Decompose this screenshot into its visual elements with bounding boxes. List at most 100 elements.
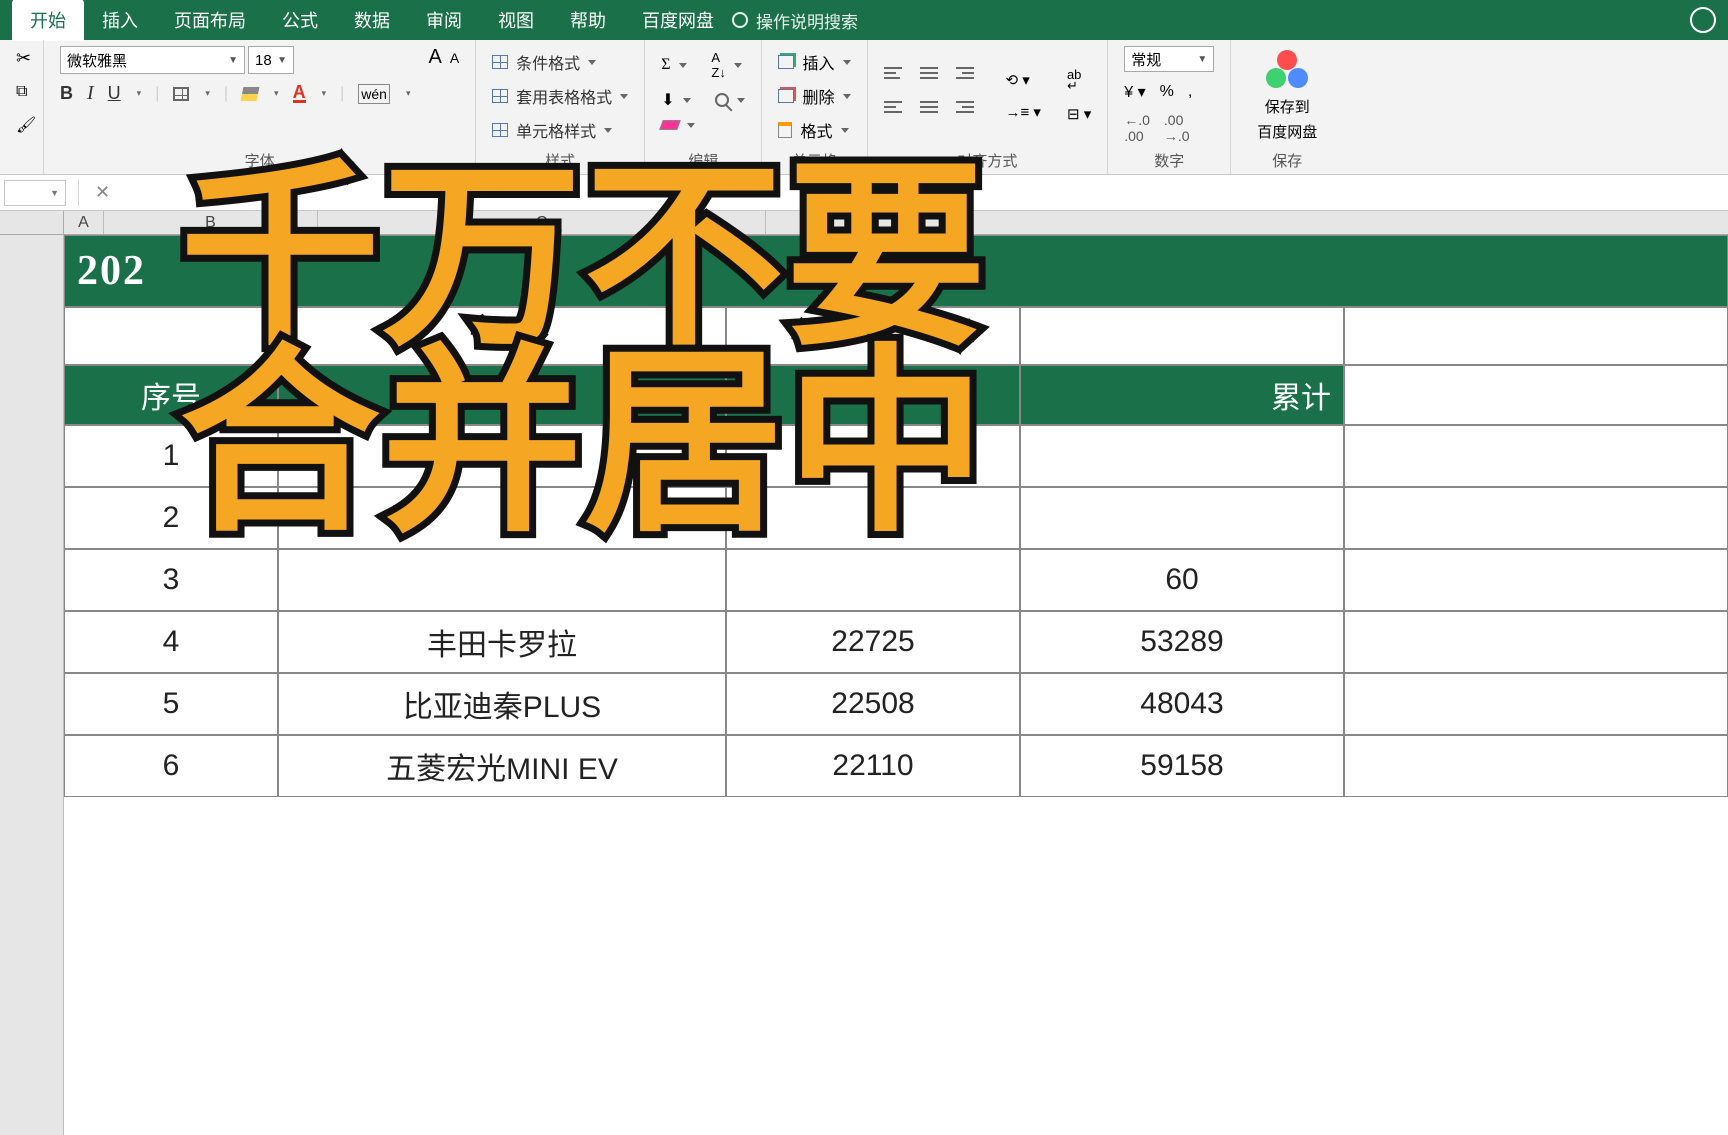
cell-v4[interactable]: 59158 — [1020, 735, 1344, 797]
cancel-formula-button[interactable]: ✕ — [87, 182, 118, 203]
format-painter-icon[interactable]: 🖌 — [16, 115, 36, 135]
cell-model[interactable]: 丰田卡罗拉 — [278, 611, 726, 673]
copy-icon[interactable]: ⧉ — [16, 83, 36, 101]
alignment-buttons[interactable] — [884, 67, 980, 125]
table-header-row[interactable]: 序号 车 累计 — [64, 365, 1728, 425]
tell-me-search[interactable]: 操作说明搜索 — [732, 8, 858, 33]
align-top-right-button[interactable] — [956, 67, 980, 91]
cell-seq[interactable]: 2 — [64, 487, 278, 549]
tab-insert[interactable]: 插入 — [84, 0, 156, 41]
delete-cells-button[interactable]: 删除 — [778, 84, 850, 108]
spreadsheet-grid[interactable]: 202 序号 车 累计 123604丰田卡罗拉22725532895比亚迪秦PL… — [0, 235, 1728, 797]
cell-model[interactable]: 五菱宏光MINI EV — [278, 735, 726, 797]
cell-model[interactable] — [278, 425, 726, 487]
cell-v3[interactable]: 22725 — [726, 611, 1020, 673]
cell-seq[interactable]: 6 — [64, 735, 278, 797]
cell-v4[interactable]: 48043 — [1020, 673, 1344, 735]
sort-filter-button[interactable]: AZ↓ — [711, 50, 725, 80]
font-size-select[interactable]: 18 ▼ — [248, 46, 294, 74]
cell-style-button[interactable]: 单元格样式 — [492, 118, 628, 142]
column-header-a[interactable]: A — [64, 211, 104, 234]
table-row[interactable]: 2 — [64, 487, 1728, 549]
sheet-title-row[interactable]: 202 — [64, 235, 1728, 307]
cell-empty[interactable] — [1344, 735, 1728, 797]
cell-v3[interactable]: 22508 — [726, 673, 1020, 735]
increase-font-button[interactable]: A — [428, 46, 441, 69]
cell-seq[interactable]: 5 — [64, 673, 278, 735]
increase-decimal-button[interactable]: ←.0.00 — [1124, 112, 1150, 144]
cell-v3[interactable] — [726, 549, 1020, 611]
tab-review[interactable]: 审阅 — [408, 0, 480, 41]
cell-empty[interactable] — [1344, 673, 1728, 735]
cell-v3[interactable] — [726, 487, 1020, 549]
comma-button[interactable]: , — [1188, 83, 1192, 101]
column-header-c[interactable]: C — [318, 211, 766, 234]
table-row[interactable]: 5比亚迪秦PLUS2250848043 — [64, 673, 1728, 735]
font-color-button[interactable]: A — [293, 84, 306, 103]
cell-model[interactable] — [278, 549, 726, 611]
find-button[interactable] — [715, 93, 729, 107]
cell-seq[interactable]: 3 — [64, 549, 278, 611]
cell-v4[interactable]: 53289 — [1020, 611, 1344, 673]
fill-color-button[interactable] — [241, 87, 260, 101]
font-name-select[interactable]: 微软雅黑 ▼ — [60, 46, 245, 74]
tab-layout[interactable]: 页面布局 — [156, 0, 264, 41]
cell-empty[interactable] — [1344, 487, 1728, 549]
tab-home[interactable]: 开始 — [12, 0, 84, 41]
account-icon[interactable] — [1690, 7, 1716, 33]
tab-view[interactable]: 视图 — [480, 0, 552, 41]
column-header-b[interactable]: B — [104, 211, 318, 234]
align-top-center-button[interactable] — [920, 67, 944, 91]
cell-v3[interactable]: 22110 — [726, 735, 1020, 797]
number-format-select[interactable]: 常规▼ — [1124, 46, 1214, 72]
insert-cells-button[interactable]: 插入 — [778, 50, 850, 74]
orientation-button[interactable]: ⟲ ▾ — [1006, 71, 1041, 89]
table-row[interactable]: 4丰田卡罗拉2272553289 — [64, 611, 1728, 673]
cell-v4[interactable] — [1020, 487, 1344, 549]
format-cells-button[interactable]: 格式 — [778, 118, 850, 142]
select-all-corner[interactable] — [0, 211, 64, 234]
align-bottom-center-button[interactable] — [920, 101, 944, 125]
align-top-left-button[interactable] — [884, 67, 908, 91]
table-row[interactable]: 1 — [64, 425, 1728, 487]
cell-seq[interactable]: 4 — [64, 611, 278, 673]
cell-empty[interactable] — [1344, 549, 1728, 611]
autosum-button[interactable]: Σ — [661, 56, 670, 74]
cell-empty[interactable] — [1344, 425, 1728, 487]
cell-empty[interactable] — [1344, 611, 1728, 673]
indent-button[interactable]: →≡ ▾ — [1006, 103, 1041, 121]
wrap-text-button[interactable]: ab↵ — [1067, 69, 1091, 91]
tab-baidu[interactable]: 百度网盘 — [624, 0, 732, 41]
table-row[interactable]: 3 60 — [64, 549, 1728, 611]
conditional-format-button[interactable]: 条件格式 — [492, 50, 628, 74]
cut-icon[interactable]: ✂ — [16, 48, 36, 69]
italic-button[interactable]: I — [87, 82, 94, 105]
cell-v3[interactable] — [726, 425, 1020, 487]
cell-v4[interactable]: 60 — [1020, 549, 1344, 611]
cell-model[interactable]: 比亚迪秦PLUS — [278, 673, 726, 735]
cell-model[interactable] — [278, 487, 726, 549]
phonetic-button[interactable]: wén — [358, 84, 390, 104]
borders-button[interactable] — [173, 87, 189, 101]
clear-button[interactable] — [659, 120, 681, 130]
row-headers[interactable] — [0, 235, 64, 1135]
cell-seq[interactable]: 1 — [64, 425, 278, 487]
underline-button[interactable]: U — [108, 83, 121, 104]
blank-row[interactable] — [64, 307, 1728, 365]
decrease-font-button[interactable]: A — [450, 50, 459, 66]
align-bottom-left-button[interactable] — [884, 101, 908, 125]
cell-v4[interactable] — [1020, 425, 1344, 487]
tab-formula[interactable]: 公式 — [264, 0, 336, 41]
baidu-save-button[interactable]: 保存到 百度网盘 — [1247, 46, 1327, 146]
tab-data[interactable]: 数据 — [336, 0, 408, 41]
currency-button[interactable]: ¥ ▾ — [1124, 82, 1145, 102]
merge-center-button[interactable]: ⊟ ▾ — [1067, 105, 1091, 123]
name-box[interactable]: ▼ — [4, 180, 66, 206]
bold-button[interactable]: B — [60, 83, 73, 104]
fill-button[interactable]: ⬇ — [661, 90, 674, 110]
formula-input[interactable] — [118, 180, 1728, 206]
percent-button[interactable]: % — [1160, 83, 1174, 101]
decrease-decimal-button[interactable]: .00→.0 — [1164, 112, 1190, 144]
table-row[interactable]: 6五菱宏光MINI EV2211059158 — [64, 735, 1728, 797]
tab-help[interactable]: 帮助 — [552, 0, 624, 41]
